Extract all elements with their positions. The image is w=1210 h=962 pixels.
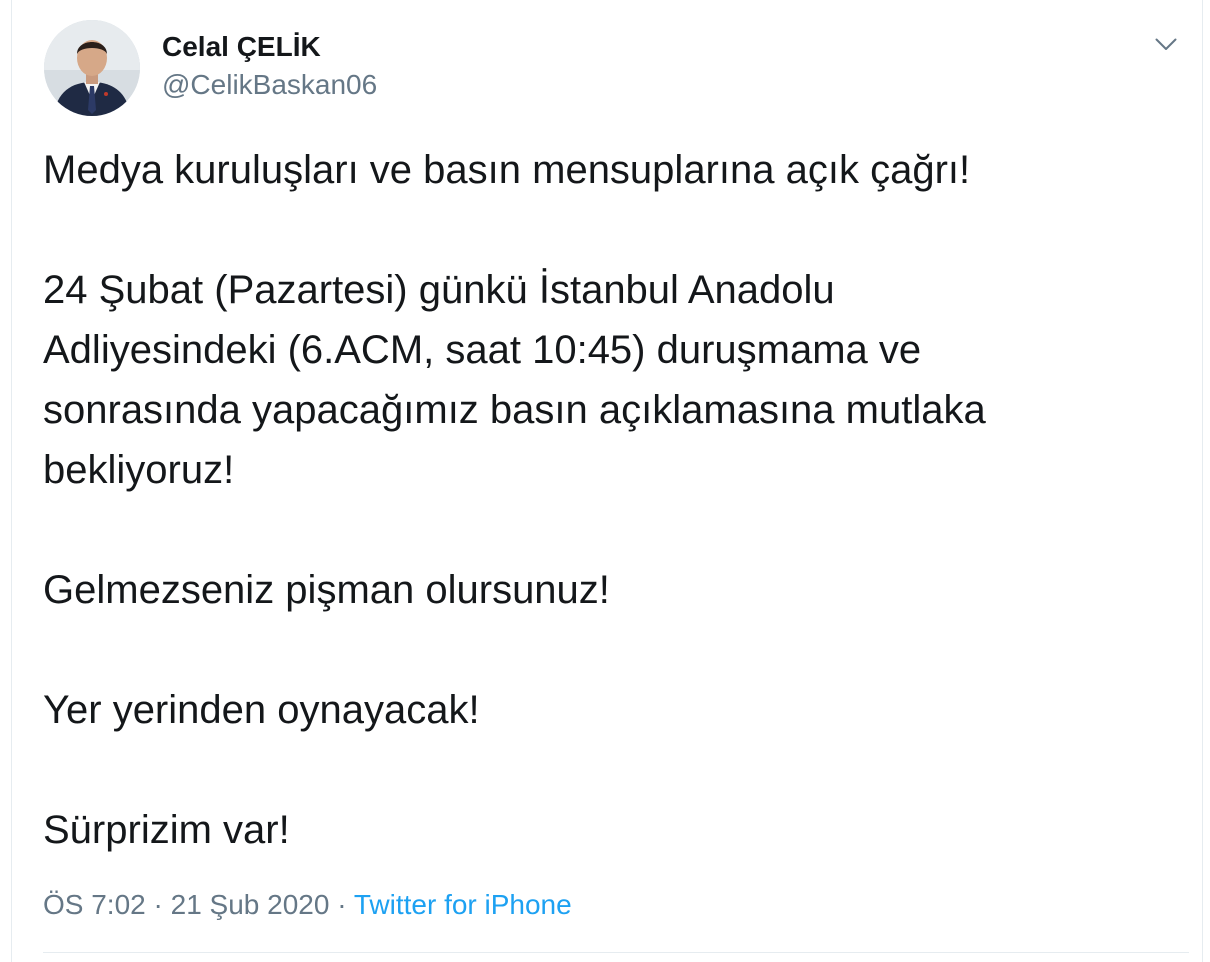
tweet-metadata: ÖS 7:02 · 21 Şub 2020 · Twitter for iPho…	[43, 885, 572, 925]
tweet-menu-button[interactable]	[1148, 26, 1184, 62]
tweet-date[interactable]: 21 Şub 2020	[171, 889, 330, 920]
author-name[interactable]: Celal ÇELİK	[162, 30, 321, 64]
avatar[interactable]	[44, 20, 140, 116]
tweet-paragraph: Sürprizim var!	[43, 808, 290, 852]
tweet-time[interactable]: ÖS 7:02	[43, 889, 146, 920]
meta-separator: ·	[153, 889, 163, 920]
tweet-text: Medya kuruluşları ve basın mensuplarına …	[43, 140, 1173, 920]
tweet-card: Celal ÇELİK @CelikBaskan06 Medya kuruluş…	[11, 0, 1203, 962]
tweet-paragraph: Yer yerinden oynayacak!	[43, 688, 480, 732]
meta-separator: ·	[337, 889, 347, 920]
tweet-source-link[interactable]: Twitter for iPhone	[354, 889, 572, 920]
avatar-image	[44, 20, 140, 116]
tweet-paragraph: Medya kuruluşları ve basın mensuplarına …	[43, 148, 971, 192]
chevron-down-icon	[1155, 38, 1177, 50]
tweet-paragraph: Gelmezseniz pişman olursunuz!	[43, 568, 610, 612]
divider	[43, 952, 1189, 953]
tweet-paragraph: 24 Şubat (Pazartesi) günkü İstanbul Anad…	[43, 268, 986, 492]
author-handle[interactable]: @CelikBaskan06	[162, 68, 377, 102]
